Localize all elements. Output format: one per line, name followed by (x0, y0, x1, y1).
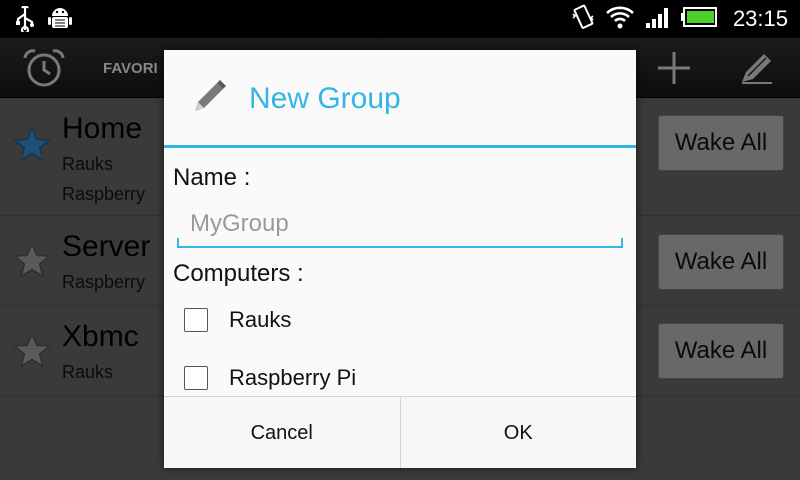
checkbox-label: Raspberry Pi (229, 365, 357, 390)
checkbox[interactable] (184, 308, 208, 332)
android-debug-icon (48, 6, 72, 36)
computer-checkbox-row[interactable]: Raspberry Pi (184, 365, 356, 391)
vibrate-icon (571, 4, 595, 34)
usb-icon (14, 2, 36, 36)
dialog-header: New Group (164, 50, 636, 148)
checkbox-label: Rauks (229, 307, 292, 332)
wifi-icon (605, 4, 635, 34)
dialog-button-bar: Cancel OK (164, 396, 636, 468)
dialog-title: New Group (249, 82, 401, 115)
battery-icon (680, 6, 717, 32)
computers-label: Computers : (173, 260, 304, 287)
new-group-dialog: New Group Name : Computers : Rauks Raspb… (164, 50, 636, 468)
clock-time: 23:15 (732, 6, 788, 31)
pencil-icon (192, 78, 228, 118)
cancel-button[interactable]: Cancel (164, 397, 400, 468)
checkbox[interactable] (184, 366, 208, 390)
signal-icon (645, 4, 671, 34)
ok-button[interactable]: OK (399, 397, 636, 468)
group-name-input[interactable] (177, 202, 623, 248)
name-label: Name : (173, 164, 251, 191)
computer-checkbox-row[interactable]: Rauks (184, 307, 291, 333)
status-bar: 23:15 (0, 0, 800, 38)
